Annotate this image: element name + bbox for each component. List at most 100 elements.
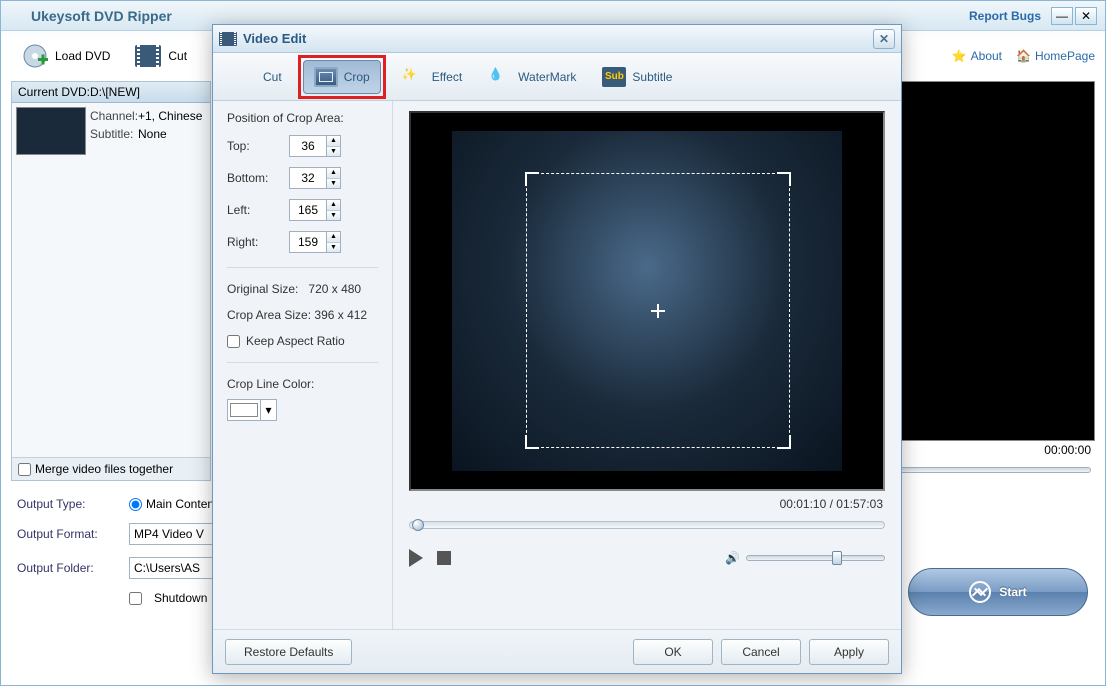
crop-handle-tr[interactable] (777, 172, 791, 186)
subtitle-value: None (138, 127, 167, 141)
volume-icon: 🔊 (725, 551, 740, 565)
tab-watermark[interactable]: 💧 WaterMark (478, 61, 586, 93)
star-icon: ⭐ (952, 49, 967, 63)
seek-slider[interactable] (409, 521, 885, 529)
dialog-title: Video Edit (243, 31, 873, 46)
shutdown-checkbox[interactable] (129, 592, 142, 605)
merge-row: Merge video files together (12, 457, 210, 480)
output-type-value: Main Content (146, 497, 217, 511)
dialog-footer: Restore Defaults OK Cancel Apply (213, 629, 901, 673)
cancel-button[interactable]: Cancel (721, 639, 801, 665)
bottom-label: Bottom: (227, 171, 289, 185)
original-size-value: 720 x 480 (308, 282, 361, 296)
dvd-item[interactable]: Channel:+1, Chinese Subtitle:None (12, 103, 210, 159)
right-label: Right: (227, 235, 289, 249)
bottom-spin-up[interactable]: ▲ (327, 168, 340, 179)
film-icon (219, 32, 237, 46)
tab-crop[interactable]: Crop (303, 60, 381, 94)
shutdown-label: Shutdown (154, 591, 207, 605)
right-spin-down[interactable]: ▼ (327, 243, 340, 253)
apply-button[interactable]: Apply (809, 639, 889, 665)
keep-aspect-checkbox[interactable] (227, 335, 240, 348)
left-spin-up[interactable]: ▲ (327, 200, 340, 211)
crop-selection[interactable] (526, 173, 790, 448)
ok-button[interactable]: OK (633, 639, 713, 665)
merge-label: Merge video files together (35, 462, 173, 476)
dialog-tabs: Cut Crop ✨ Effect 💧 WaterMark Sub Subtit… (213, 53, 901, 101)
crop-handle-br[interactable] (777, 435, 791, 449)
crop-preview[interactable] (409, 111, 885, 491)
tab-effect[interactable]: ✨ Effect (392, 61, 472, 93)
dialog-volume-slider[interactable] (746, 555, 885, 561)
output-folder-label: Output Folder: (17, 561, 117, 575)
cut-button[interactable]: Cut (124, 36, 197, 76)
channel-label: Channel: (90, 109, 138, 123)
original-size-label: Original Size: (227, 282, 298, 296)
subtitle-label: Subtitle: (90, 127, 138, 141)
left-label: Left: (227, 203, 289, 217)
start-label: Start (999, 585, 1026, 599)
merge-checkbox[interactable] (18, 463, 31, 476)
about-link[interactable]: ⭐About (952, 49, 1002, 63)
crop-color-selector[interactable]: ▾ (227, 399, 277, 421)
homepage-link[interactable]: 🏠HomePage (1016, 49, 1095, 63)
crop-tab-highlight: Crop (298, 55, 386, 99)
load-dvd-label: Load DVD (55, 49, 110, 63)
load-dvd-button[interactable]: Load DVD (11, 36, 120, 76)
play-button[interactable] (409, 549, 423, 567)
report-bugs-link[interactable]: Report Bugs (969, 9, 1041, 23)
subtitle-icon: Sub (602, 67, 626, 87)
minimize-button[interactable]: — (1051, 7, 1073, 25)
tab-subtitle[interactable]: Sub Subtitle (592, 61, 682, 93)
crop-settings-panel: Position of Crop Area: Top: ▲▼ Bottom: ▲… (213, 101, 393, 629)
output-format-label: Output Format: (17, 527, 117, 541)
bottom-spin-down[interactable]: ▼ (327, 179, 340, 189)
left-spin-down[interactable]: ▼ (327, 211, 340, 221)
droplet-icon: 💧 (488, 67, 512, 87)
crop-preview-panel: 00:01:10 / 01:57:03 🔊 (393, 101, 901, 629)
current-dvd-header: Current DVD:D:\[NEW] (12, 82, 210, 103)
right-input[interactable] (289, 231, 327, 253)
crop-size-value: 396 x 412 (314, 308, 367, 322)
top-label: Top: (227, 139, 289, 153)
crop-icon (314, 67, 338, 87)
crop-handle-bl[interactable] (525, 435, 539, 449)
left-input[interactable] (289, 199, 327, 221)
output-type-label: Output Type: (17, 497, 117, 511)
start-button[interactable]: Start (908, 568, 1088, 616)
top-spin-down[interactable]: ▼ (327, 147, 340, 157)
output-type-radio[interactable] (129, 498, 142, 511)
seek-thumb[interactable] (412, 519, 424, 531)
crop-center-icon (651, 304, 665, 318)
dvd-thumbnail (16, 107, 86, 155)
channel-value: +1, Chinese (138, 109, 202, 123)
top-input[interactable] (289, 135, 327, 157)
cut-label: Cut (168, 49, 187, 63)
chevron-down-icon: ▾ (260, 400, 276, 420)
crop-color-label: Crop Line Color: (227, 377, 378, 391)
home-icon: 🏠 (1016, 49, 1031, 63)
video-edit-dialog: Video Edit ✕ Cut Crop ✨ Effect 💧 WaterMa… (212, 24, 902, 674)
dialog-close-button[interactable]: ✕ (873, 29, 895, 49)
app-title: Ukeysoft DVD Ripper (9, 8, 969, 24)
close-button[interactable]: ✕ (1075, 7, 1097, 25)
crop-size-label: Crop Area Size: (227, 308, 311, 322)
right-spin-up[interactable]: ▲ (327, 232, 340, 243)
top-spin-up[interactable]: ▲ (327, 136, 340, 147)
refresh-icon (969, 581, 991, 603)
tab-cut[interactable]: Cut (223, 61, 292, 93)
position-title: Position of Crop Area: (227, 111, 378, 125)
crop-handle-tl[interactable] (525, 172, 539, 186)
dvd-list-panel: Current DVD:D:\[NEW] Channel:+1, Chinese… (11, 81, 211, 481)
playback-time: 00:01:10 / 01:57:03 (409, 491, 885, 517)
restore-defaults-button[interactable]: Restore Defaults (225, 639, 352, 665)
wand-icon: ✨ (402, 67, 426, 87)
dvd-plus-icon (21, 42, 49, 70)
keep-aspect-label: Keep Aspect Ratio (246, 334, 345, 348)
stop-button[interactable] (437, 551, 451, 565)
film-scissors-icon (233, 67, 257, 87)
film-cut-icon (134, 42, 162, 70)
dialog-titlebar: Video Edit ✕ (213, 25, 901, 53)
bottom-input[interactable] (289, 167, 327, 189)
color-swatch (230, 403, 258, 417)
